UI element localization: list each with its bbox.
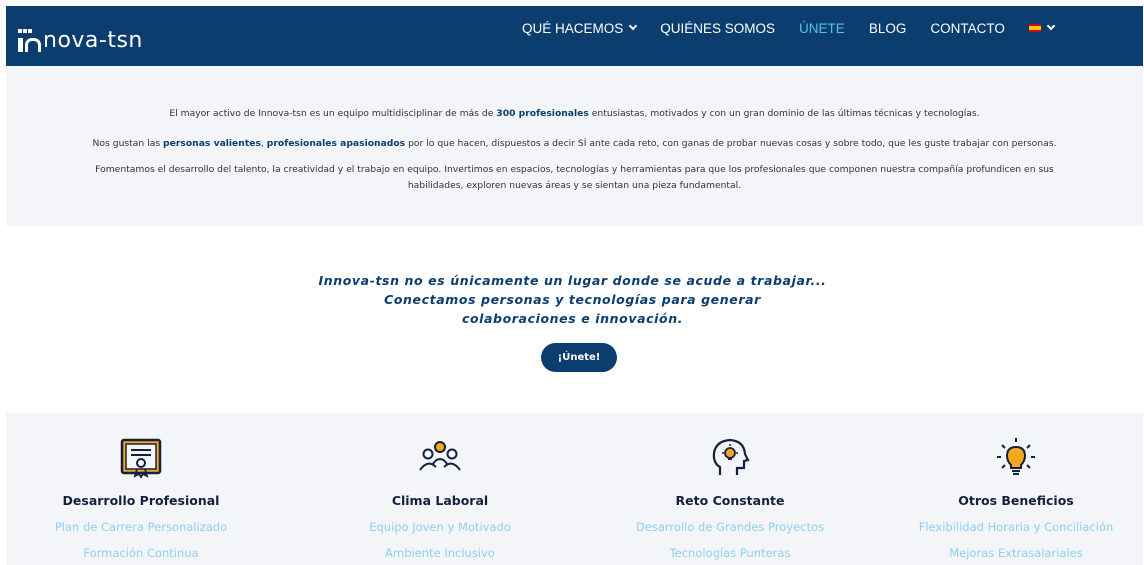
intro-paragraph-3: Fomentamos el desarrollo del talento, la… <box>95 164 1054 191</box>
benefit-item-link[interactable]: Flexibilidad Horaria y Conciliación <box>886 520 1144 534</box>
nav-contacto[interactable]: CONTACTO <box>930 21 1005 36</box>
join-button[interactable]: ¡Únete! <box>541 343 617 372</box>
intro-section: El mayor activo de Innova-tsn es un equi… <box>6 66 1143 226</box>
benefit-item-link[interactable]: Desarrollo de Grandes Proyectos <box>600 520 860 534</box>
spain-flag-icon <box>1028 24 1041 32</box>
benefit-title: Desarrollo Profesional <box>62 493 220 508</box>
nav-label: BLOG <box>868 20 907 36</box>
tagline: Innova-tsn no es únicamente un lugar don… <box>290 271 855 328</box>
nav-label: QUIÉNES SOMOS <box>660 20 776 36</box>
team-icon <box>419 441 461 471</box>
benefit-item-link[interactable]: Mejoras Extrasalariales <box>886 546 1144 560</box>
nav-unete[interactable]: ÚNETE <box>799 21 845 36</box>
chevron-down-icon <box>1046 21 1056 31</box>
nav-label: CONTACTO <box>930 20 1005 36</box>
benefit-item-link[interactable]: Tecnologías Punteras <box>600 546 860 560</box>
benefit-item-link[interactable]: Ambiente Inclusivo <box>310 546 570 560</box>
intro-paragraph-1: El mayor activo de Innova-tsn es un equi… <box>169 108 980 119</box>
tagline-line-1: Innova-tsn no es únicamente un lugar don… <box>318 273 827 288</box>
lightbulb-icon <box>997 438 1035 475</box>
logo-mark-icon <box>18 29 42 53</box>
benefit-item-link[interactable]: Equipo Joven y Motivado <box>310 520 570 534</box>
benefit-item-link[interactable]: Plan de Carrera Personalizado <box>11 520 271 534</box>
benefits-section: Desarrollo Profesional Plan de Carrera P… <box>6 413 1143 565</box>
head-lightbulb-icon <box>712 438 750 475</box>
intro-paragraph-2: Nos gustan las personas valientes, profe… <box>92 138 1057 149</box>
main-nav: QUÉ HACEMOS QUIÉNES SOMOS ÚNETE BLOG CON… <box>522 16 1078 40</box>
benefit-title: Reto Constante <box>675 493 785 508</box>
nav-label: QUÉ HACEMOS <box>522 20 624 36</box>
nav-blog[interactable]: BLOG <box>869 21 907 36</box>
language-selector[interactable] <box>1028 21 1056 32</box>
nav-que-hacemos[interactable]: QUÉ HACEMOS <box>522 20 638 36</box>
benefit-item-link[interactable]: Formación Continua <box>11 546 271 560</box>
logo-text: nova-tsn <box>43 28 143 53</box>
benefit-title: Clima Laboral <box>391 493 489 508</box>
chevron-down-icon <box>629 21 638 31</box>
tagline-line-2: Conectamos personas y tecnologías para g… <box>384 292 761 307</box>
site-header: nova-tsn QUÉ HACEMOS QUIÉNES SOMOS ÚNETE… <box>6 6 1143 66</box>
nav-quienes-somos[interactable]: QUIÉNES SOMOS <box>660 21 775 36</box>
certificate-icon <box>120 438 162 479</box>
benefit-title: Otros Beneficios <box>958 493 1074 508</box>
nav-label: ÚNETE <box>799 20 845 36</box>
tagline-line-3: colaboraciones e innovación. <box>461 311 684 326</box>
innova-tsn-logo[interactable]: nova-tsn <box>18 23 143 53</box>
